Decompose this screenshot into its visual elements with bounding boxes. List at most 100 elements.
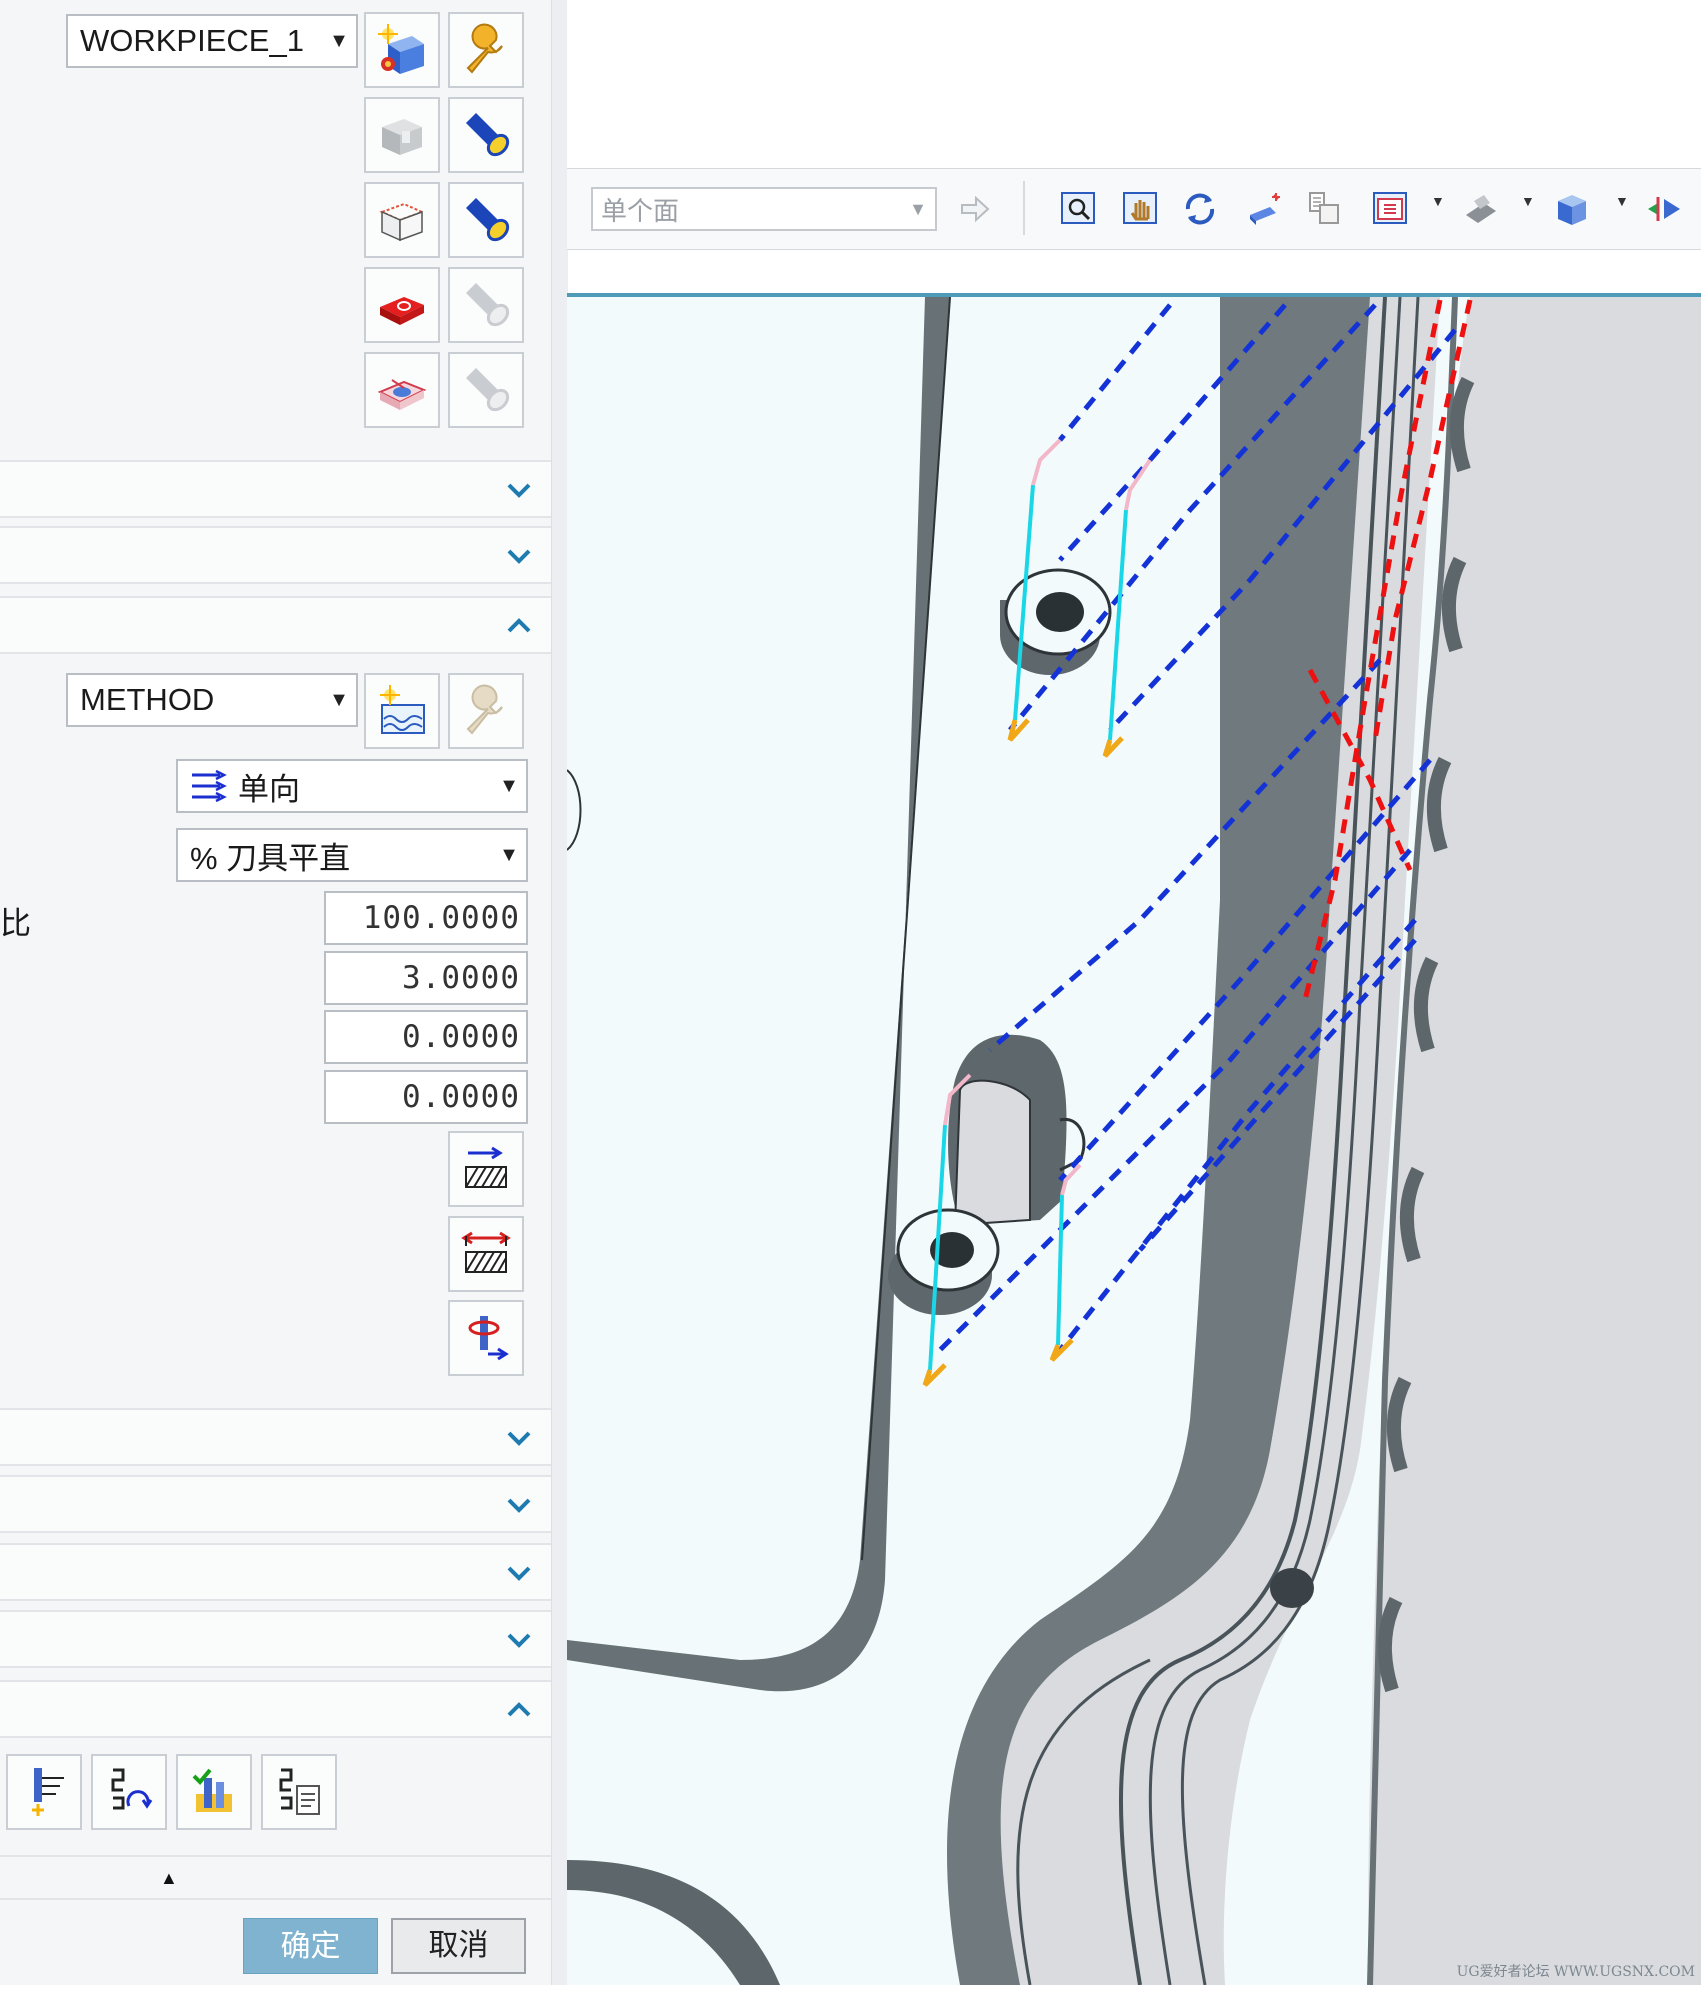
geometry-dropdown-value: WORKPIECE_1 — [80, 23, 304, 58]
specify-part-button[interactable] — [364, 97, 440, 173]
flashlight-icon — [466, 198, 510, 242]
cut-pattern-value: 单向 — [238, 771, 300, 807]
offset-input-2[interactable]: 0.0000 — [324, 1070, 528, 1124]
chevron-down-icon: ▼ — [909, 198, 927, 219]
chevron-down-icon: ▼ — [499, 843, 519, 866]
rotate-icon — [1185, 193, 1215, 225]
model-viewport[interactable] — [566, 296, 1701, 1986]
replay-button[interactable] — [91, 1754, 167, 1830]
fit-view-button[interactable] — [1055, 187, 1101, 231]
chevron-down-icon: ▼ — [329, 29, 349, 52]
chevron-up-icon[interactable] — [499, 606, 539, 646]
wrench-icon — [466, 23, 503, 74]
actions-section-header[interactable] — [0, 1680, 551, 1738]
cube-icon — [1558, 195, 1586, 225]
edit-geometry-button[interactable] — [448, 12, 524, 88]
view-layout-button[interactable] — [1367, 187, 1413, 231]
chevron-down-icon: ▼ — [499, 774, 519, 797]
new-method-button[interactable] — [364, 673, 440, 749]
layout-icon — [1373, 192, 1407, 224]
cut-levels-icon — [465, 1146, 507, 1188]
percent-label: 比 — [0, 906, 31, 941]
chevron-down-icon[interactable]: ▼ — [1431, 193, 1445, 209]
list-button[interactable] — [261, 1754, 337, 1830]
stepover-dropdown[interactable]: % 刀具平直 ▼ — [176, 828, 528, 882]
collapsed-section-1[interactable] — [0, 460, 551, 518]
graphics-window: 单个面 ▼ ▼ ▼ ▼ UG爱好者论坛 WWW.UGSNX.COM — [566, 0, 1701, 1986]
chevron-down-icon[interactable]: ▼ — [1615, 193, 1629, 209]
method-dropdown-value: METHOD — [80, 682, 215, 717]
orient-view-button[interactable] — [1241, 187, 1287, 231]
wrench-icon-disabled — [466, 684, 503, 735]
toolbar-divider — [1023, 181, 1025, 235]
flashlight-icon-disabled — [466, 283, 510, 327]
chevron-down-icon[interactable] — [499, 1485, 539, 1525]
cut-area-icon — [377, 379, 427, 410]
show-hide-icon — [1648, 197, 1680, 221]
collapsed-section-5[interactable] — [0, 1543, 551, 1601]
panel-splitter[interactable] — [551, 0, 568, 1985]
view-orientation-button[interactable] — [1549, 187, 1595, 231]
divider — [0, 1898, 551, 1900]
fit-icon — [1061, 192, 1095, 224]
selection-filter-dropdown[interactable]: 单个面 ▼ — [591, 187, 937, 231]
display-cut-area-button[interactable] — [448, 352, 524, 428]
chevron-down-icon[interactable] — [499, 1553, 539, 1593]
cancel-button[interactable]: 取消 — [391, 1918, 526, 1974]
non-cutting-moves-button[interactable] — [448, 1300, 524, 1376]
pan-button[interactable] — [1117, 187, 1163, 231]
operation-dialog-panel: WORKPIECE_1 ▼ METHOD ▼ 单向 ▼ % 刀具平直 ▼ 比 1… — [0, 0, 551, 1985]
specify-check-button[interactable] — [364, 267, 440, 343]
generate-button[interactable] — [6, 1754, 82, 1830]
geometry-dropdown[interactable]: WORKPIECE_1 ▼ — [66, 14, 358, 68]
rotate-button[interactable] — [1177, 187, 1223, 231]
display-part-button[interactable] — [448, 97, 524, 173]
collapse-arrow-icon[interactable]: ▲ — [160, 1868, 178, 1889]
part-icon — [382, 119, 422, 155]
collapsed-section-4[interactable] — [0, 1475, 551, 1533]
replay-icon — [111, 1768, 153, 1810]
percent-input[interactable]: 100.0000 — [324, 891, 528, 945]
method-dropdown[interactable]: METHOD ▼ — [66, 673, 358, 727]
show-hide-button[interactable] — [1641, 187, 1687, 231]
selection-filter-value: 单个面 — [601, 195, 680, 226]
new-method-icon — [380, 685, 425, 734]
collapsed-section-3[interactable] — [0, 1408, 551, 1466]
ok-button[interactable]: 确定 — [243, 1918, 378, 1974]
blank-icon — [379, 202, 425, 242]
collapsed-section-2[interactable] — [0, 526, 551, 584]
verify-icon — [192, 1768, 232, 1812]
specify-blank-button[interactable] — [364, 182, 440, 258]
model-drawing — [566, 296, 1701, 1986]
display-check-button[interactable] — [448, 267, 524, 343]
collapsed-section-6[interactable] — [0, 1610, 551, 1668]
layer-view-button[interactable] — [1301, 187, 1347, 231]
chevron-up-icon[interactable] — [499, 1690, 539, 1730]
watermark: UG爱好者论坛 WWW.UGSNX.COM — [1456, 1964, 1695, 1980]
cutting-parameters-button[interactable] — [448, 1216, 524, 1292]
expanded-section-header[interactable] — [0, 596, 551, 654]
offset-input-1[interactable]: 0.0000 — [324, 1010, 528, 1064]
cut-levels-button[interactable] — [448, 1131, 524, 1207]
forward-arrow-button[interactable] — [953, 187, 999, 231]
render-style-button[interactable] — [1457, 187, 1503, 231]
stepover-value: % 刀具平直 — [190, 840, 351, 876]
zig-pattern-icon — [190, 769, 230, 803]
chevron-down-icon[interactable] — [499, 1418, 539, 1458]
edit-method-button[interactable] — [448, 673, 524, 749]
depth-input[interactable]: 3.0000 — [324, 951, 528, 1005]
chevron-down-icon[interactable]: ▼ — [1521, 193, 1535, 209]
specify-cut-area-button[interactable] — [364, 352, 440, 428]
new-geometry-icon — [378, 24, 424, 74]
non-cutting-moves-icon — [468, 1316, 509, 1361]
verify-button[interactable] — [176, 1754, 252, 1830]
cut-pattern-dropdown[interactable]: 单向 ▼ — [176, 759, 528, 813]
render-style-icon — [1466, 195, 1496, 223]
orient-icon — [1250, 193, 1280, 225]
new-geometry-button[interactable] — [364, 12, 440, 88]
chevron-down-icon[interactable] — [499, 470, 539, 510]
display-blank-button[interactable] — [448, 182, 524, 258]
chevron-down-icon[interactable] — [499, 1620, 539, 1660]
chevron-down-icon[interactable] — [499, 536, 539, 576]
generate-icon — [32, 1768, 64, 1816]
